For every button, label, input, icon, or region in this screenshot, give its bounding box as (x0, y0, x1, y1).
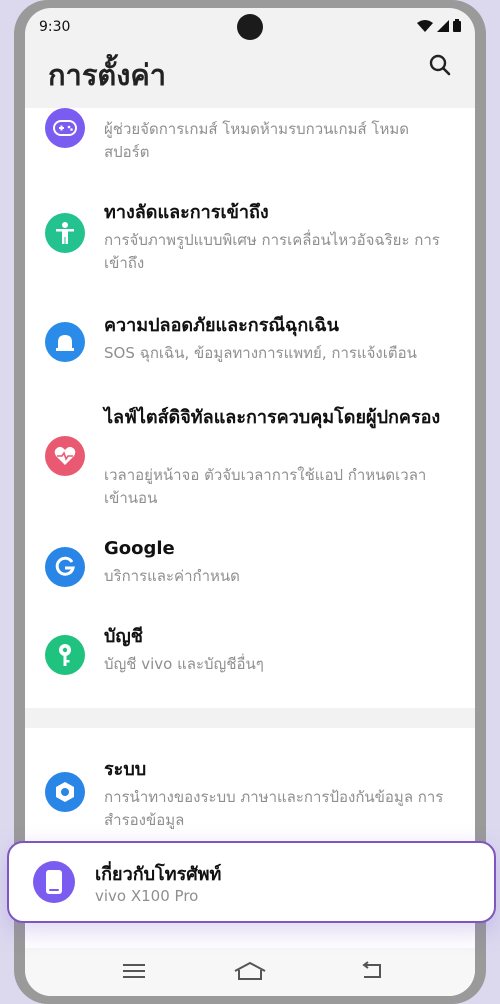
list-item-subtitle: บัญชี vivo และบัญชีอื่นๆ (104, 655, 264, 673)
list-item-subtitle: เวลาอยู่หน้าจอ ตัวจับเวลาการใช้แอป กำหนด… (104, 466, 427, 507)
battery-icon (453, 19, 461, 32)
list-item-title: ทางลัดและการเข้าถึง (104, 202, 269, 223)
key-icon (45, 635, 85, 675)
list-item-google[interactable]: Google บริการและค่ากำหนด (25, 537, 475, 597)
list-item-wellbeing[interactable]: ไลฟ์ไตส์ดิจิทัลและการควบคุมโดยผู้ปกครอง … (25, 406, 475, 516)
list-item-game[interactable]: ผู้ช่วยจัดการเกมส์ โหมดห้ามรบกวนเกมส์ โห… (25, 108, 475, 178)
home-icon[interactable] (233, 961, 267, 981)
list-item-title: บัญชี (104, 626, 143, 647)
gamepad-icon (45, 108, 85, 148)
about-phone-title: เกี่ยวกับโทรศัพท์ (95, 864, 222, 885)
phone-icon (33, 861, 75, 903)
status-icons (417, 19, 461, 32)
list-item-subtitle: การนำทางของระบบ ภาษาและการป้องกันข้อมูล … (104, 788, 444, 829)
status-time: 9:30 (39, 19, 71, 35)
about-phone-card[interactable]: เกี่ยวกับโทรศัพท์ vivo X100 Pro (7, 841, 496, 923)
camera-cutout (237, 14, 263, 40)
google-icon (45, 547, 85, 587)
list-item-subtitle: ผู้ช่วยจัดการเกมส์ โหมดห้ามรบกวนเกมส์ โห… (104, 120, 409, 161)
accessibility-icon (45, 213, 85, 253)
list-item-accessibility[interactable]: ทางลัดและการเข้าถึง การจับภาพรูปแบบพิเศษ… (25, 201, 475, 281)
siren-icon (45, 322, 85, 362)
heart-icon (45, 436, 85, 476)
status-bar: 9:30 (25, 8, 475, 48)
wifi-icon (417, 19, 433, 32)
signal-icon (437, 19, 449, 32)
search-icon[interactable] (427, 52, 453, 78)
bottom-navigation (25, 948, 475, 996)
list-item-system[interactable]: ระบบ การนำทางของระบบ ภาษาและการป้องกันข้… (25, 758, 475, 838)
list-item-safety[interactable]: ความปลอดภัยและกรณีฉุกเฉิน SOS ฉุกเฉิน, ข… (25, 314, 475, 374)
page-title: การตั้งค่า (48, 58, 167, 92)
list-item-subtitle: SOS ฉุกเฉิน, ข้อมูลทางการแพทย์, การแจ้งเ… (104, 344, 417, 362)
menu-icon[interactable] (122, 962, 146, 980)
about-phone-subtitle: vivo X100 Pro (95, 887, 199, 905)
back-icon[interactable] (360, 961, 384, 981)
list-item-title: ความปลอดภัยและกรณีฉุกเฉิน (104, 315, 339, 336)
hexagon-gear-icon (45, 772, 85, 812)
list-item-accounts[interactable]: บัญชี บัญชี vivo และบัญชีอื่นๆ (25, 625, 475, 685)
list-item-subtitle: บริการและค่ากำหนด (104, 567, 240, 585)
list-item-subtitle: การจับภาพรูปแบบพิเศษ การเคลื่อนไหวอัจฉริ… (104, 231, 440, 272)
list-item-title: ไลฟ์ไตส์ดิจิทัลและการควบคุมโดยผู้ปกครอง (104, 407, 441, 428)
list-item-title: ระบบ (104, 759, 147, 780)
list-item-title: Google (104, 538, 175, 559)
